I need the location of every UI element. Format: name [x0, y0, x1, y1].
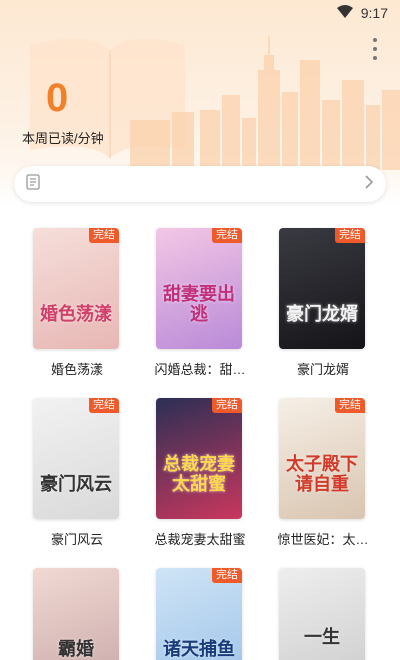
more-vertical-icon[interactable]: [370, 38, 380, 60]
book-title: 总裁宠妻太甜蜜: [154, 532, 246, 547]
cover-title: 豪门龙婿: [286, 304, 358, 325]
cover-title: 一生: [304, 627, 340, 648]
book-cover[interactable]: 一生: [279, 568, 365, 660]
book-title: 豪门风云: [50, 532, 103, 547]
book-cover[interactable]: 婚色荡漾 完结: [33, 228, 119, 349]
book-cover[interactable]: 霸婚: [33, 568, 119, 660]
status-badge: 完结: [212, 228, 242, 243]
search-input[interactable]: [48, 176, 364, 192]
book-title: 闪婚总裁：甜…: [154, 362, 246, 377]
book-card[interactable]: 豪门风云 完结 豪门风云: [33, 398, 121, 548]
book-card[interactable]: 婚色荡漾 完结 婚色荡漾: [33, 228, 121, 378]
book-card[interactable]: 一生: [279, 568, 367, 660]
cover-title: 太子殿下请自重: [286, 454, 358, 495]
cover-title: 总裁宠妻太甜蜜: [163, 454, 235, 495]
book-cover[interactable]: 太子殿下请自重 完结: [279, 398, 365, 519]
status-badge: 完结: [89, 398, 119, 413]
book-card[interactable]: 豪门龙婿 完结 豪门龙婿: [279, 228, 367, 378]
book-title: 豪门龙婿: [296, 362, 349, 377]
cover-title: 霸婚: [58, 639, 94, 660]
status-badge: 完结: [212, 398, 242, 413]
book-cover[interactable]: 豪门风云 完结: [33, 398, 119, 519]
weekly-reading-minutes: 0: [46, 76, 69, 120]
status-badge: 完结: [335, 398, 365, 413]
book-cover[interactable]: 总裁宠妻太甜蜜 完结: [156, 398, 242, 519]
book-cover[interactable]: 诸天捕鱼 完结: [156, 568, 242, 660]
book-icon: [26, 174, 40, 194]
cover-title: 诸天捕鱼: [163, 639, 235, 660]
book-title: 惊世医妃：太…: [277, 532, 369, 547]
book-card[interactable]: 霸婚: [33, 568, 121, 660]
chevron-right-icon[interactable]: [364, 174, 374, 194]
book-card[interactable]: 太子殿下请自重 完结 惊世医妃：太…: [277, 398, 369, 548]
status-badge: 完结: [335, 228, 365, 243]
cover-title: 甜妻要出逃: [163, 284, 235, 325]
weekly-reading-label: 本周已读/分钟: [22, 131, 104, 146]
book-card[interactable]: 甜妻要出逃 完结 闪婚总裁：甜…: [154, 228, 246, 378]
status-badge: 完结: [89, 228, 119, 243]
status-bar: 9:17: [0, 0, 400, 26]
book-title: 婚色荡漾: [50, 362, 103, 377]
status-time: 9:17: [360, 5, 388, 21]
status-badge: 完结: [212, 568, 242, 583]
cover-title: 婚色荡漾: [40, 304, 112, 325]
wifi-signal-icon: [336, 4, 353, 23]
book-cover[interactable]: 甜妻要出逃 完结: [156, 228, 242, 349]
cover-title: 豪门风云: [40, 474, 112, 495]
book-card[interactable]: 总裁宠妻太甜蜜 完结 总裁宠妻太甜蜜: [154, 398, 246, 548]
book-cover[interactable]: 豪门龙婿 完结: [279, 228, 365, 349]
search-bar[interactable]: [14, 166, 386, 202]
book-card[interactable]: 诸天捕鱼 完结: [156, 568, 244, 660]
